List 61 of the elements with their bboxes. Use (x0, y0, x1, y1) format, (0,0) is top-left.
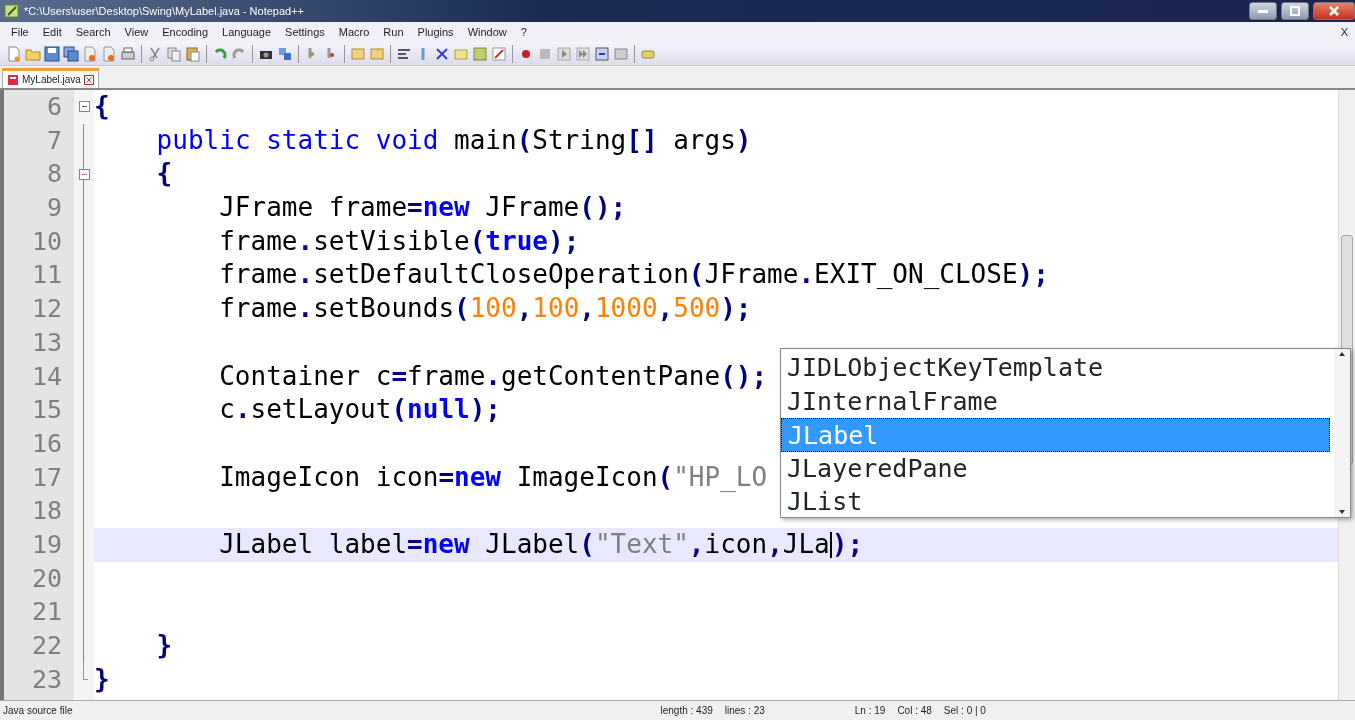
code-line: } (156, 630, 173, 660)
autocomplete-item[interactable]: JList (781, 485, 1334, 519)
maximize-button[interactable] (1281, 2, 1309, 20)
menu-item[interactable]: View (117, 23, 156, 41)
line-position-label: Ln : 19 (854, 704, 886, 718)
minimize-button[interactable] (1249, 2, 1277, 20)
save-all-icon[interactable] (63, 45, 79, 62)
menu-item[interactable]: Macro (331, 23, 377, 41)
app-icon (4, 3, 20, 19)
close-document-button[interactable]: X (1333, 23, 1355, 41)
close-button[interactable] (1313, 2, 1355, 20)
unsaved-file-icon (7, 73, 19, 86)
close-icon (1329, 6, 1339, 16)
print-icon[interactable] (120, 45, 136, 62)
file-type-label: Java source file (3, 704, 73, 718)
save-icon[interactable] (44, 45, 60, 62)
scroll-down-icon[interactable] (1338, 509, 1346, 515)
copy-icon[interactable] (166, 45, 182, 62)
code-line: frame.setBounds(100,100,1000,500); (219, 293, 752, 324)
tab-close-icon[interactable] (83, 74, 94, 85)
maximize-icon (1290, 6, 1300, 16)
code-line: ImageIcon icon=new ImageIcon("HP_LO (219, 461, 768, 492)
code-line: Container c=frame.getContentPane(); (219, 360, 768, 391)
menu-item[interactable]: Edit (35, 23, 69, 41)
menu-item[interactable]: Encoding (155, 23, 216, 41)
autocomplete-item[interactable]: JLayeredPane (781, 451, 1334, 485)
play-icon[interactable] (556, 45, 572, 62)
code-line: JFrame frame=new JFrame(); (219, 192, 627, 223)
fold-marker-icon[interactable] (78, 168, 90, 180)
menu-item[interactable]: Language (215, 23, 279, 41)
scroll-up-icon[interactable] (1338, 351, 1346, 357)
pen-icon[interactable] (491, 45, 507, 62)
code-line: public static void main(String[] args) (156, 124, 752, 155)
code-line: { (156, 158, 173, 189)
replace-icon[interactable] (277, 45, 293, 62)
autocomplete-item[interactable]: JIDLObjectKeyTemplate (781, 351, 1334, 385)
new-file-icon[interactable] (6, 45, 22, 62)
code-line: c.setLayout(null); (219, 394, 501, 425)
menu-item[interactable]: Run (376, 23, 411, 41)
menu-item[interactable]: Search (68, 23, 118, 41)
code-line: frame.setVisible(true); (219, 225, 580, 256)
menu-item[interactable]: ? (513, 23, 534, 41)
column-label: Col : 48 (897, 704, 932, 718)
lines-label: lines : 23 (724, 704, 765, 718)
menu-item[interactable]: Plugins (410, 23, 461, 41)
menu-item[interactable]: Settings (278, 23, 332, 41)
window-title: *C:\Users\user\Desktop\Swing\MyLabel.java - Notepad++ (24, 3, 306, 19)
code-line: } (94, 663, 110, 694)
menu-item[interactable]: File (4, 23, 36, 41)
paste-icon[interactable] (185, 45, 201, 62)
fold-marker-icon[interactable] (78, 101, 90, 113)
cut-icon[interactable] (147, 45, 163, 62)
autocomplete-item[interactable]: JInternalFrame (781, 384, 1334, 418)
code-line: { (94, 91, 110, 121)
minimize-icon (1258, 9, 1268, 13)
file-tab[interactable]: MyLabel.java (2, 68, 99, 88)
length-label: length : 439 (660, 704, 713, 718)
code-line: frame.setDefaultCloseOperation(JFrame.EXIT_ON_CLOSE); (219, 259, 1049, 290)
code-line: JLabel label=new JLabel("Text",icon,JLa); (219, 528, 864, 559)
menu-item[interactable]: Window (460, 23, 514, 41)
selection-label: Sel : 0 | 0 (943, 704, 986, 718)
